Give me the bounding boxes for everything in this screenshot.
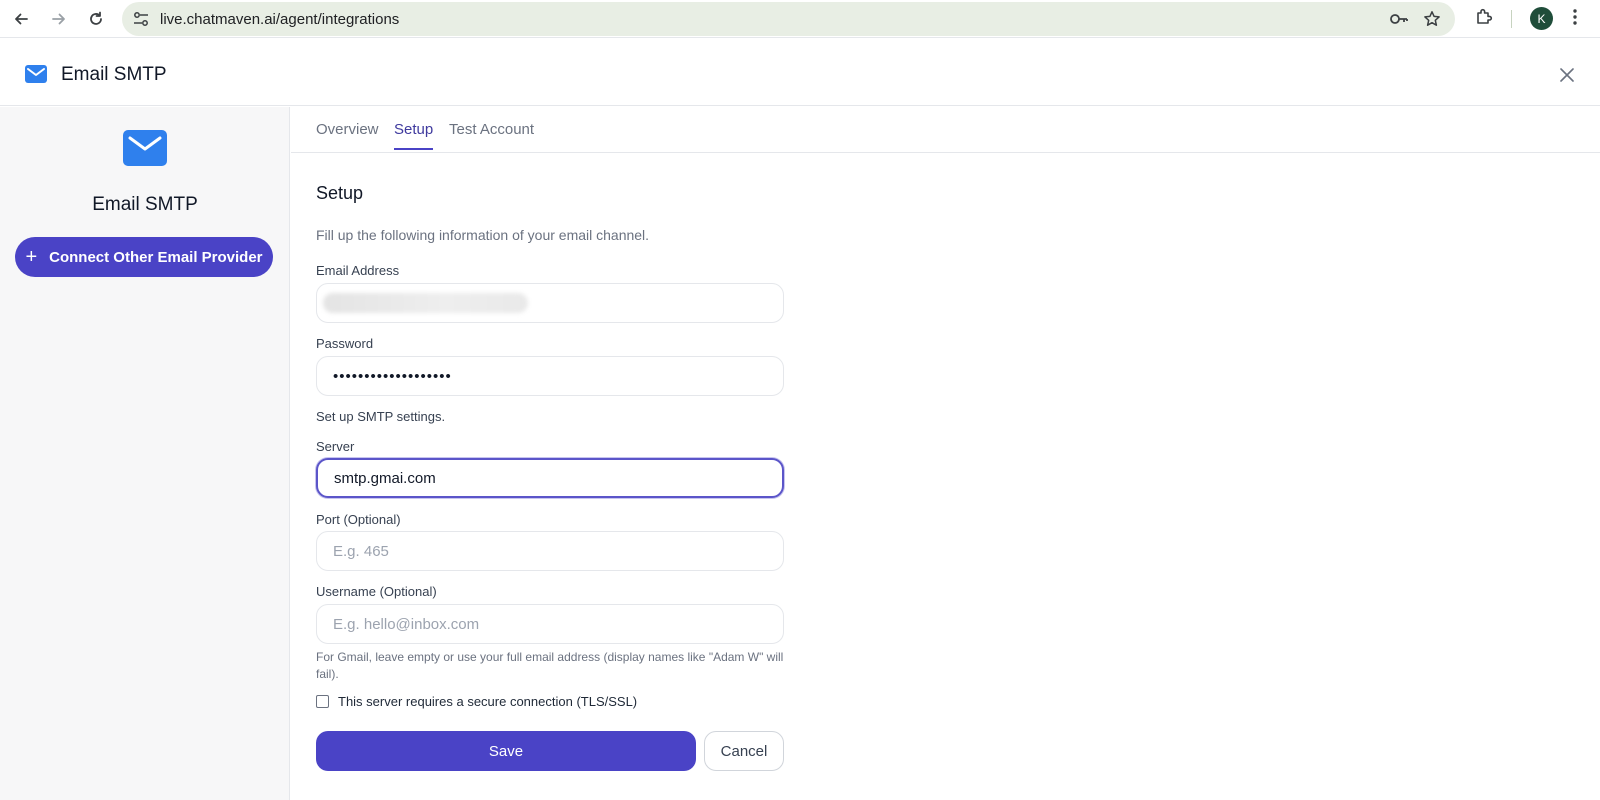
site-settings-icon[interactable] <box>132 10 150 28</box>
profile-avatar[interactable]: K <box>1530 7 1553 30</box>
server-label: Server <box>316 439 355 454</box>
username-label: Username (Optional) <box>316 584 437 599</box>
smtp-section-label: Set up SMTP settings. <box>316 409 446 424</box>
toolbar-divider <box>1511 10 1512 28</box>
form-title: Setup <box>316 183 364 203</box>
tab-overview[interactable]: Overview <box>316 121 379 148</box>
port-field[interactable] <box>316 531 784 571</box>
secure-connection-row[interactable]: This server requires a secure connection… <box>316 694 637 709</box>
arrow-right-icon <box>52 13 65 25</box>
tab-bar: Overview Setup Test Account <box>291 107 1600 153</box>
port-label: Port (Optional) <box>316 512 401 527</box>
redacted-email-value <box>323 293 528 313</box>
mail-icon <box>25 65 47 83</box>
reload-icon <box>90 11 102 25</box>
close-button[interactable] <box>1556 64 1578 86</box>
email-label: Email Address <box>316 263 400 278</box>
more-vert-icon[interactable] <box>1572 8 1578 26</box>
mail-icon <box>123 130 167 166</box>
username-hint: For Gmail, leave empty or use your full … <box>316 650 784 681</box>
email-field[interactable] <box>316 283 784 323</box>
save-button[interactable]: Save <box>316 731 696 771</box>
star-icon[interactable] <box>1423 10 1441 28</box>
back-button[interactable] <box>9 7 33 31</box>
tab-setup[interactable]: Setup <box>394 121 434 150</box>
secure-connection-label: This server requires a secure connection… <box>338 694 638 709</box>
password-label: Password <box>316 336 374 351</box>
forward-button[interactable] <box>47 7 71 31</box>
plus-icon: + <box>25 246 38 268</box>
address-bar[interactable]: live.chatmaven.ai/agent/integrations <box>122 2 1455 36</box>
close-icon <box>1560 68 1574 82</box>
sidebar: Email SMTP + Connect Other Email Provide… <box>0 107 290 800</box>
connect-other-provider-button[interactable]: + Connect Other Email Provider <box>15 237 273 277</box>
browser-toolbar: live.chatmaven.ai/agent/integrations K <box>0 0 1600 38</box>
form-description: Fill up the following information of you… <box>316 227 650 243</box>
server-field[interactable] <box>316 458 784 498</box>
reload-button[interactable] <box>84 7 108 31</box>
cancel-button[interactable]: Cancel <box>704 731 784 771</box>
page-header: Email SMTP <box>0 42 1600 106</box>
page-title: Email SMTP <box>61 64 167 85</box>
secure-connection-checkbox[interactable] <box>316 695 329 708</box>
key-icon[interactable] <box>1389 10 1409 28</box>
password-field[interactable] <box>316 356 784 396</box>
tab-test-account[interactable]: Test Account <box>449 121 534 148</box>
connect-button-label: Connect Other Email Provider <box>49 248 263 266</box>
username-field[interactable] <box>316 604 784 644</box>
url-text: live.chatmaven.ai/agent/integrations <box>160 10 400 28</box>
extensions-icon[interactable] <box>1474 7 1494 27</box>
arrow-left-icon <box>15 13 28 25</box>
sidebar-title: Email SMTP <box>92 194 198 215</box>
